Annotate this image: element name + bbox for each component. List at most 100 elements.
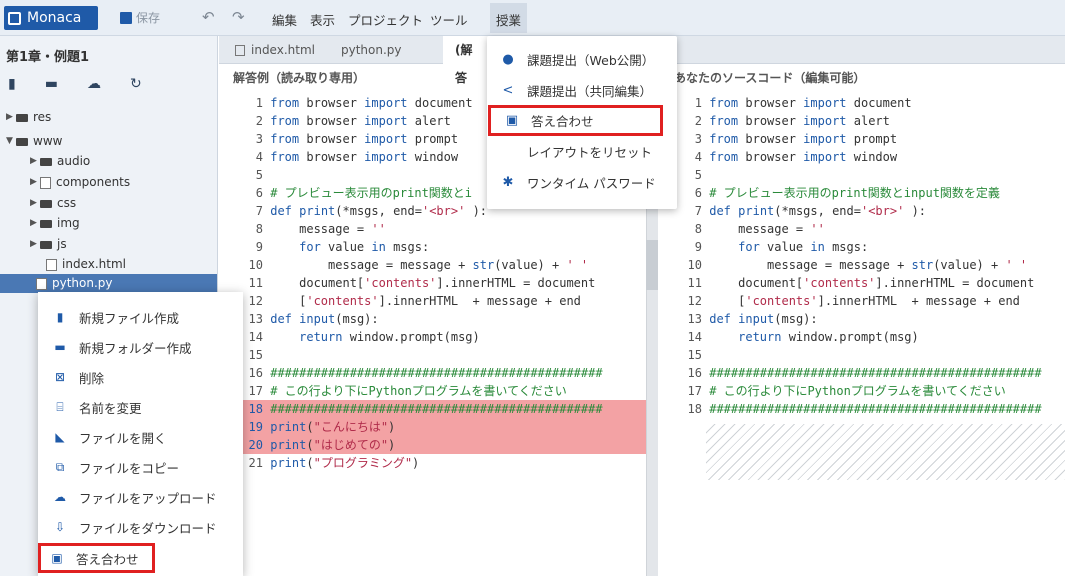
class-menu-dropdown: ● 課題提出（Web公開） < 課題提出（共同編集） ▣ 答え合わせ レイアウトをリセ… [487, 36, 677, 209]
folder-icon [40, 157, 52, 166]
folder-icon [16, 137, 28, 146]
html-file-icon [235, 45, 245, 56]
code-line: 2 from browser import alert [694, 114, 890, 128]
code-line: 11 document['contents'].innerHTML = docu… [687, 276, 1035, 290]
code-line: 10 message = message + str(value) + ' ' [687, 258, 1028, 272]
tree-item-components[interactable]: ▶ components [30, 173, 130, 192]
new-file-menu-item[interactable]: ▮ 新規ファイル作成 [38, 302, 243, 332]
right-pane-title: あなたのソースコード（編集可能） [674, 71, 866, 85]
new-folder-icon[interactable]: ▬ [45, 76, 58, 92]
menu-edit[interactable]: 編集 [272, 10, 297, 29]
tab-answer[interactable]: (解答 [443, 36, 489, 85]
download-file-menu-item[interactable]: ⇩ ファイルをダウンロード [38, 512, 243, 542]
code-line: 13 def input(msg): [687, 312, 818, 326]
new-file-icon: ▮ [56, 310, 64, 324]
html-file-icon [46, 258, 57, 271]
refresh-icon[interactable]: ↻ [130, 76, 142, 92]
delete-menu-item[interactable]: ⊠ 削除 [38, 362, 243, 392]
code-line: 10 message = message + str(value) + ' ' [248, 258, 589, 272]
tree-item-www[interactable]: ▼ www [6, 132, 62, 151]
code-line: 18 #####################################… [219, 400, 646, 418]
empty-editor-area [706, 424, 1065, 480]
code-line: 17 # この行より下にPythonプログラムを書いてください [248, 384, 567, 398]
project-title: 第1章・例題1 [6, 50, 90, 65]
tab-index-html[interactable]: index.html [223, 36, 327, 64]
submit-web-menu-item[interactable]: ● 課題提出（Web公開） [487, 44, 677, 75]
save-button[interactable]: 保存 [120, 9, 160, 26]
sidebar-toolbar: ▮ ▬ ☁ ↻ [8, 76, 142, 92]
new-folder-menu-item[interactable]: ▬ 新規フォルダー作成 [38, 332, 243, 362]
folder-icon [40, 199, 52, 208]
submit-collab-menu-item[interactable]: < 課題提出（共同編集） [487, 75, 677, 106]
code-line: 14 return window.prompt(msg) [248, 330, 480, 344]
monaca-logo[interactable]: Monaca [4, 6, 98, 30]
tree-item-css[interactable]: ▶ css [30, 194, 76, 213]
source-code-editor[interactable]: 1 from browser import document 2 from bro… [658, 94, 1065, 424]
new-folder-icon: ▬ [54, 340, 66, 354]
tree-item-js[interactable]: ▶ js [30, 235, 67, 254]
code-line: 17 # この行より下にPythonプログラムを書いてください [687, 384, 1006, 398]
rename-icon: ⌸ [56, 399, 64, 414]
download-icon: ⇩ [54, 520, 66, 534]
code-line: 5 [694, 168, 702, 182]
tree-item-img[interactable]: ▶ img [30, 214, 80, 233]
one-time-password-menu-item[interactable]: ✱ ワンタイム パスワード [487, 167, 677, 198]
upload-icon[interactable]: ☁ [87, 76, 101, 92]
code-line: 21 print("プログラミング") [248, 456, 420, 470]
open-file-menu-item[interactable]: ◣ ファイルを開く [38, 422, 243, 452]
code-line: 6 # プレビュー表示用のprint関数とinput関数を定義 [694, 186, 1000, 200]
tree-item-index-html[interactable]: index.html [46, 255, 126, 274]
menu-project[interactable]: プロジェクト [348, 10, 423, 29]
reset-layout-menu-item[interactable]: レイアウトをリセット [487, 136, 677, 167]
folder-icon [16, 113, 28, 122]
code-line: 9 for value in msgs: [694, 240, 869, 254]
delete-icon: ⊠ [54, 370, 66, 384]
undo-icon[interactable]: ↶ [202, 8, 215, 26]
code-line: 8 message = '' [694, 222, 825, 236]
rename-menu-item[interactable]: ⌸ 名前を変更 [38, 392, 243, 422]
code-line: 4 from browser import window [694, 150, 898, 164]
upload-file-menu-item[interactable]: ☁ ファイルをアップロード [38, 482, 243, 512]
code-line: 12 ['contents'].innerHTML + message + en… [687, 294, 1020, 308]
code-line: 3 from browser import prompt [694, 132, 898, 146]
code-line: 15 [248, 348, 263, 362]
tree-item-audio[interactable]: ▶ audio [30, 152, 90, 171]
copy-file-menu-item[interactable]: ⧉ ファイルをコピー [38, 452, 243, 482]
code-line: 1 from browser import document [694, 96, 912, 110]
divider-scroll[interactable] [646, 240, 658, 290]
code-line: 9 for value in msgs: [255, 240, 430, 254]
code-line: 20 print("はじめての") [219, 436, 646, 454]
bug-icon: ✱ [502, 175, 514, 190]
compare-icon: ▣ [51, 551, 63, 565]
compare-icon: ▣ [505, 113, 519, 128]
compare-answer-menu-item[interactable]: ▣ 答え合わせ [38, 543, 155, 573]
share-icon: < [502, 83, 514, 98]
top-toolbar: Monaca 保存 ↶ ↷ 編集 表示 プロジェクト ツール 授業 [0, 0, 1065, 36]
code-line: 14 return window.prompt(msg) [687, 330, 919, 344]
copy-icon: ⧉ [55, 459, 65, 474]
save-icon [120, 11, 132, 24]
code-line: 16 #####################################… [248, 366, 603, 380]
folder-icon [40, 219, 52, 228]
menu-view[interactable]: 表示 [310, 10, 335, 29]
menu-tools[interactable]: ツール [430, 10, 468, 29]
new-file-icon[interactable]: ▮ [8, 76, 16, 92]
upload-icon: ☁ [54, 490, 66, 504]
menu-class[interactable]: 授業 [490, 3, 528, 33]
file-context-menu: ▮ 新規ファイル作成 ▬ 新規フォルダー作成 ⊠ 削除 ⌸ 名前を変更 ◣ ファイルを開く… [38, 292, 243, 576]
open-file-icon: ◣ [55, 430, 65, 444]
code-line: 19 print("こんにちは") [219, 418, 646, 436]
tree-item-python-py[interactable]: python.py [0, 274, 217, 293]
code-line: 13 def input(msg): [248, 312, 379, 326]
redo-icon[interactable]: ↷ [232, 8, 245, 26]
file-icon [40, 176, 51, 189]
share-circle-icon: ● [502, 52, 514, 67]
code-line: 16 #####################################… [687, 366, 1042, 380]
compare-answer-menu-item[interactable]: ▣ 答え合わせ [488, 105, 663, 136]
monaca-icon [8, 11, 21, 25]
python-file-icon [36, 277, 47, 290]
tree-item-res[interactable]: ▶ res [6, 108, 51, 127]
folder-icon [40, 240, 52, 249]
code-line: 11 document['contents'].innerHTML = docu… [248, 276, 596, 290]
tab-python-py[interactable]: python.py [329, 36, 414, 64]
